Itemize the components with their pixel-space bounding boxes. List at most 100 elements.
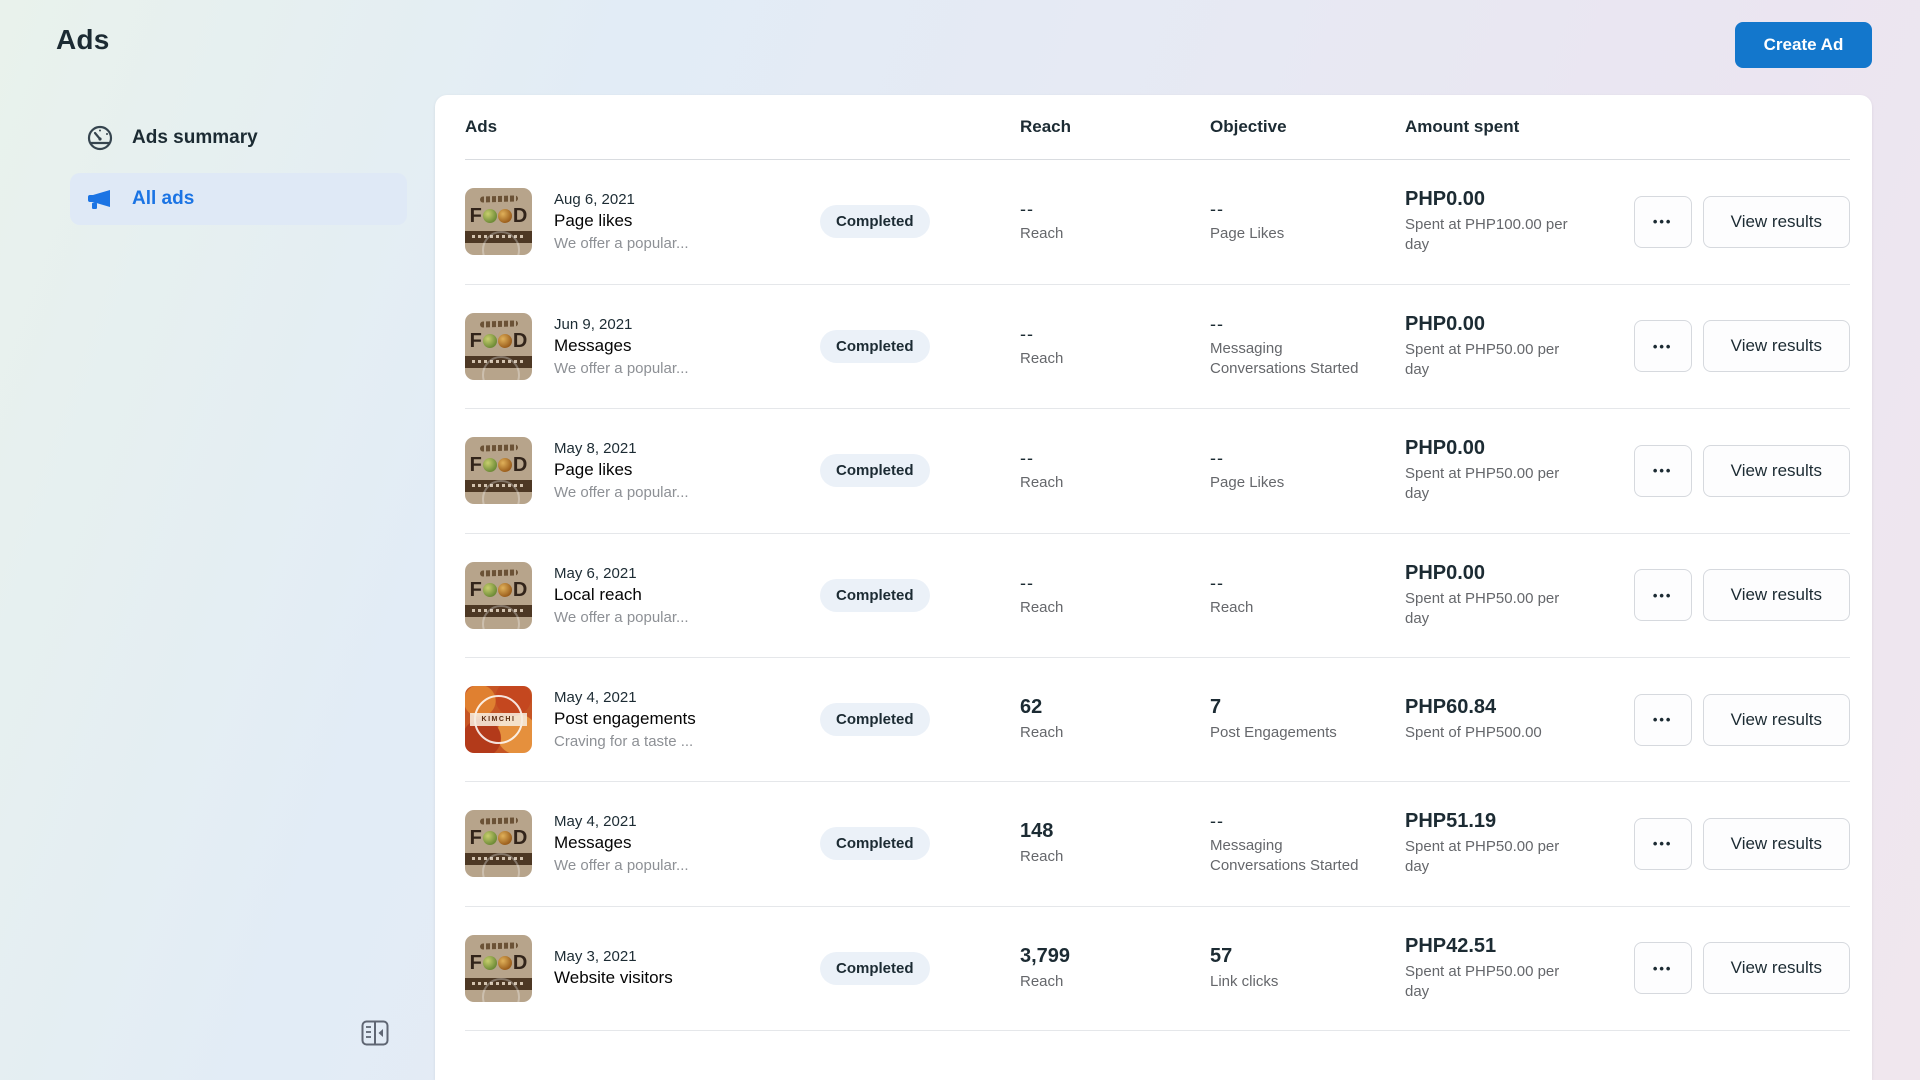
objective-value: -- [1210,573,1405,594]
reach-cell: 3,799 Reach [1020,945,1210,992]
objective-value: -- [1210,448,1405,469]
page-title: Ads [56,24,110,56]
ad-cell: FD May 6, 2021 Local reach We offer a po… [465,562,820,629]
status-badge: Completed [820,205,930,238]
ad-date: May 3, 2021 [554,948,706,965]
ad-cell: FD May 3, 2021 Website visitors [465,935,820,1002]
table-row: FD Aug 6, 2021 Page likes We offer a pop… [465,160,1850,285]
view-results-button[interactable]: View results [1703,196,1850,248]
objective-cell: 7 Post Engagements [1210,696,1405,743]
amount-sub: Spent at PHP100.00 per day [1405,215,1573,256]
more-options-button[interactable]: ••• [1634,942,1692,994]
ad-name[interactable]: Messages [554,832,706,854]
objective-value: -- [1210,199,1405,220]
amount-cell: PHP51.19 Spent at PHP50.00 per day [1405,810,1615,878]
food-script-decoration [479,320,517,327]
ad-name[interactable]: Messages [554,335,706,357]
reach-value: -- [1020,448,1210,469]
column-header-objective: Objective [1210,117,1405,137]
ad-name[interactable]: Website visitors [554,967,706,989]
more-options-button[interactable]: ••• [1634,196,1692,248]
objective-label: Link clicks [1210,972,1382,992]
reach-label: Reach [1020,723,1192,743]
reach-value: -- [1020,199,1210,220]
status-badge: Completed [820,454,930,487]
food-logo-thumbnail: FD [465,188,532,255]
objective-value: 7 [1210,696,1405,719]
view-results-button[interactable]: View results [1703,694,1850,746]
view-results-button[interactable]: View results [1703,320,1850,372]
objective-label: Reach [1210,598,1382,618]
reach-label: Reach [1020,473,1192,493]
status-badge: Completed [820,703,930,736]
objective-cell: -- Page Likes [1210,448,1405,493]
amount-cell: PHP0.00 Spent at PHP50.00 per day [1405,562,1615,630]
sidebar: Ads summary All ads [70,112,407,234]
column-header-reach: Reach [1020,117,1210,137]
table-row: FD May 6, 2021 Local reach We offer a po… [465,534,1850,659]
ad-name[interactable]: Local reach [554,584,706,606]
amount-value: PHP0.00 [1405,188,1615,211]
table-row: KIMCHI May 4, 2021 Post engagements Crav… [465,658,1850,782]
food-logo-thumbnail: FD [465,313,532,380]
ad-description: We offer a popular... [554,484,706,501]
ad-description: We offer a popular... [554,235,706,252]
objective-cell: -- Reach [1210,573,1405,618]
ad-name[interactable]: Post engagements [554,708,706,730]
objective-label: Page Likes [1210,224,1382,244]
more-options-button[interactable]: ••• [1634,445,1692,497]
amount-value: PHP0.00 [1405,562,1615,585]
status-badge: Completed [820,952,930,985]
sidebar-item-ads-summary[interactable]: Ads summary [70,112,407,164]
food-script-decoration [479,569,517,576]
view-results-button[interactable]: View results [1703,942,1850,994]
view-results-button[interactable]: View results [1703,569,1850,621]
amount-cell: PHP0.00 Spent at PHP50.00 per day [1405,437,1615,505]
food-logo-thumbnail: FD [465,437,532,504]
food-script-decoration [479,445,517,452]
reach-label: Reach [1020,598,1192,618]
status-badge: Completed [820,330,930,363]
amount-cell: PHP0.00 Spent at PHP50.00 per day [1405,313,1615,381]
table-body: FD Aug 6, 2021 Page likes We offer a pop… [465,160,1850,1031]
reach-value: 62 [1020,696,1210,719]
reach-cell: 148 Reach [1020,820,1210,867]
amount-sub: Spent at PHP50.00 per day [1405,589,1573,630]
reach-value: -- [1020,324,1210,345]
sidebar-item-label: All ads [132,188,194,210]
reach-label: Reach [1020,349,1192,369]
ad-name[interactable]: Page likes [554,210,706,232]
more-options-button[interactable]: ••• [1634,818,1692,870]
table-row: FD May 8, 2021 Page likes We offer a pop… [465,409,1850,534]
reach-label: Reach [1020,972,1192,992]
reach-cell: -- Reach [1020,324,1210,369]
kimchi-photo-thumbnail: KIMCHI [465,686,532,753]
sidebar-item-all-ads[interactable]: All ads [70,173,407,225]
collapse-sidebar-icon[interactable] [360,1020,390,1048]
amount-sub: Spent at PHP50.00 per day [1405,962,1573,1003]
reach-cell: 62 Reach [1020,696,1210,743]
reach-value: 148 [1020,820,1210,843]
ad-date: May 6, 2021 [554,565,706,582]
ad-date: May 4, 2021 [554,813,706,830]
ad-name[interactable]: Page likes [554,459,706,481]
table-header: Ads Reach Objective Amount spent [465,95,1850,160]
more-options-button[interactable]: ••• [1634,320,1692,372]
table-row: FD May 4, 2021 Messages We offer a popul… [465,782,1850,907]
view-results-button[interactable]: View results [1703,818,1850,870]
objective-cell: 57 Link clicks [1210,945,1405,992]
ads-table-card: Ads Reach Objective Amount spent FD Aug … [435,95,1872,1080]
create-ad-button[interactable]: Create Ad [1735,22,1872,68]
view-results-button[interactable]: View results [1703,445,1850,497]
food-logo-thumbnail: FD [465,810,532,877]
more-options-button[interactable]: ••• [1634,569,1692,621]
reach-label: Reach [1020,224,1192,244]
ad-description: We offer a popular... [554,857,706,874]
amount-value: PHP42.51 [1405,935,1615,958]
food-logo-thumbnail: FD [465,935,532,1002]
more-options-button[interactable]: ••• [1634,694,1692,746]
amount-sub: Spent at PHP50.00 per day [1405,464,1573,505]
status-badge: Completed [820,827,930,860]
reach-value: 3,799 [1020,945,1210,968]
amount-value: PHP0.00 [1405,313,1615,336]
